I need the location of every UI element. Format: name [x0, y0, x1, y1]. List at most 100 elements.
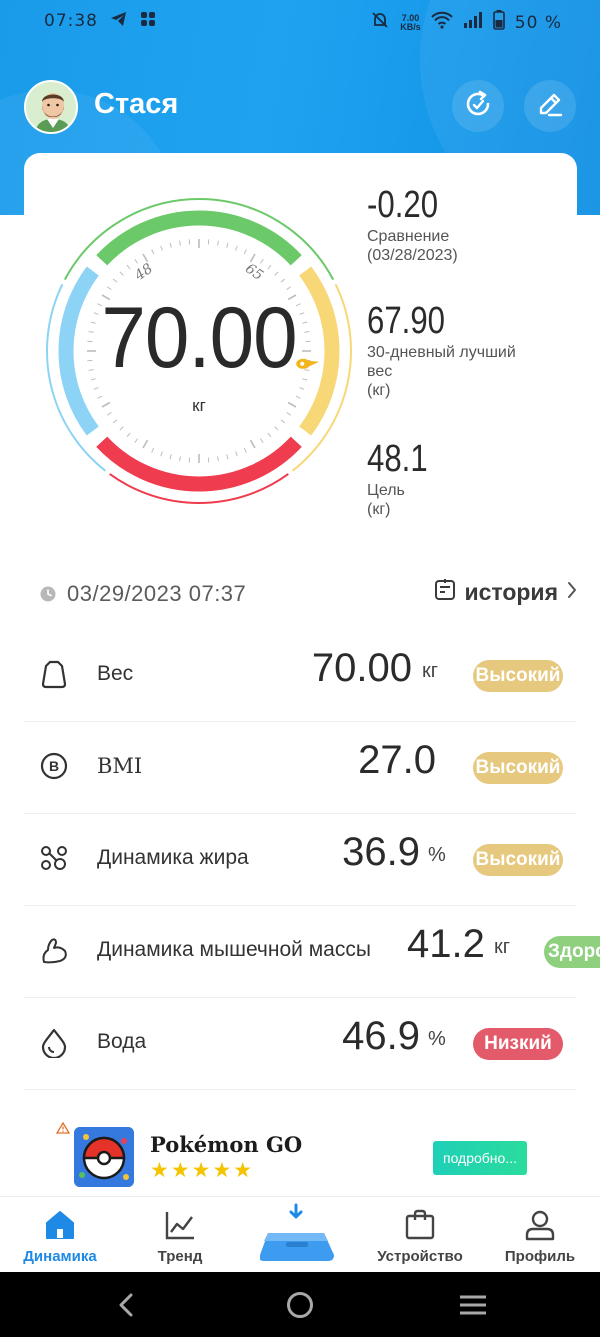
nav-tab-profile[interactable]: Профиль — [480, 1197, 600, 1273]
gauge-tick — [243, 249, 247, 255]
user-name[interactable]: Стася — [94, 88, 178, 121]
metric-row-bmi[interactable]: B BMI 27.0 Высокий — [24, 722, 576, 814]
measurement-datetime: 03/29/2023 07:37 — [67, 581, 247, 606]
pokeball-icon[interactable] — [74, 1127, 134, 1187]
ad-title[interactable]: Pokémon GO — [150, 1132, 302, 1157]
device-bag-icon — [405, 1209, 435, 1240]
gauge-tick — [267, 432, 272, 438]
gauge-tick — [217, 456, 219, 462]
gauge-tick — [112, 278, 118, 283]
metric-water-value: 46.9 — [342, 1014, 420, 1058]
avatar[interactable] — [24, 80, 78, 134]
chevron-right-icon — [566, 580, 578, 605]
gauge-tick — [259, 438, 264, 444]
stat-goal-unit: (кг) — [367, 501, 391, 518]
metric-fat-status-badge: Высокий — [473, 844, 563, 876]
gauge-tick — [259, 258, 264, 264]
refresh-icon — [462, 88, 494, 125]
gauge-tick — [280, 278, 286, 283]
metric-row-weight[interactable]: Вес 70.00 кг Высокий — [24, 630, 576, 722]
gauge-tick — [299, 387, 305, 390]
gauge-tick — [235, 245, 238, 251]
app-grid-icon — [140, 10, 156, 33]
gauge-tick — [142, 439, 149, 449]
stat-comparison-value: -0.20 — [367, 184, 439, 226]
metric-bmi-status-badge: Высокий — [473, 752, 563, 784]
system-navigation-bar — [0, 1272, 600, 1337]
svg-text:B: B — [49, 758, 59, 774]
gauge-tick-label-low: 48 — [131, 261, 156, 285]
ad-details-button[interactable]: подробно... — [433, 1141, 527, 1175]
gauge-tick — [243, 447, 247, 453]
metric-weight-status-badge: Высокий — [473, 660, 563, 692]
metric-bmi-label: BMI — [97, 754, 143, 778]
stat-best-weight-label: 30-дневный лучший — [367, 344, 516, 361]
gauge-tick — [151, 249, 155, 255]
metric-fat-label: Динамика жира — [97, 846, 249, 869]
gauge-tick — [226, 454, 229, 460]
scale-icon — [260, 1203, 334, 1261]
status-time: 07:38 — [44, 11, 98, 31]
gauge-tick — [169, 454, 172, 460]
alarm-off-icon — [370, 10, 390, 35]
back-icon[interactable] — [116, 1292, 136, 1323]
nav-tab-dynamics[interactable]: Динамика — [0, 1197, 120, 1273]
stat-goal-value: 48.1 — [367, 438, 428, 480]
ad-rating-stars: ★★★★★ — [150, 1159, 255, 1182]
recent-apps-icon[interactable] — [458, 1294, 488, 1321]
metric-muscle-label: Динамика мышечной массы — [97, 938, 371, 961]
stat-goal-label: Цель — [367, 482, 405, 499]
water-drop-icon — [38, 1026, 70, 1060]
gauge-weight-value: 70.00 — [101, 289, 297, 386]
sync-button[interactable] — [452, 80, 504, 132]
gauge-tick — [274, 426, 279, 431]
stat-best-weight: 67.90 30-дневный лучший вес (кг) — [367, 300, 516, 400]
gauge-tick — [126, 264, 131, 270]
gauge-tick — [160, 245, 163, 251]
signal-icon — [463, 11, 483, 34]
gauge-tick — [160, 451, 163, 457]
gauge-tick — [151, 447, 155, 453]
nav-tab-trend[interactable]: Тренд — [120, 1197, 240, 1273]
metric-water-unit: % — [428, 1028, 446, 1050]
user-icon — [525, 1210, 555, 1241]
gauge-tick — [112, 419, 118, 424]
weight-bag-icon — [38, 658, 70, 690]
gauge-tick-label-high: 65 — [242, 261, 266, 284]
stat-comparison-label: Сравнение — [367, 228, 450, 245]
home-icon — [46, 1211, 74, 1239]
metric-row-fat[interactable]: Динамика жира 36.9 % Высокий — [24, 814, 576, 906]
measurement-date-row: 03/29/2023 07:37 история — [40, 578, 580, 610]
home-button-icon[interactable] — [286, 1291, 314, 1324]
ad-banner[interactable]: Pokémon GO ★★★★★ подробно... — [0, 1110, 600, 1196]
gauge-tick — [226, 242, 229, 248]
gauge-tick — [169, 242, 172, 248]
metric-water-label: Вода — [97, 1030, 147, 1053]
nav-tab-dynamics-label: Динамика — [23, 1248, 97, 1265]
metric-muscle-unit: кг — [494, 936, 511, 958]
metric-muscle-value: 41.2 — [407, 922, 485, 966]
gauge-tick — [267, 264, 272, 270]
metric-weight-label: Вес — [97, 662, 134, 685]
ad-warning-icon — [55, 1121, 71, 1139]
gauge-tick — [119, 271, 124, 276]
history-icon — [434, 578, 456, 607]
pencil-icon — [535, 89, 565, 124]
edit-button[interactable] — [524, 80, 576, 132]
nav-tab-profile-label: Профиль — [504, 1248, 576, 1265]
metric-row-water[interactable]: Вода 46.9 % Низкий — [24, 998, 576, 1090]
metric-row-muscle[interactable]: Динамика мышечной массы 41.2 кг Здоро — [24, 906, 600, 998]
history-label: история — [464, 579, 558, 605]
network-speed-unit: KB/s — [400, 21, 421, 32]
history-link[interactable]: история — [434, 578, 578, 607]
gauge-tick — [280, 419, 286, 424]
wifi-icon — [431, 11, 453, 34]
clock-icon — [40, 586, 56, 602]
nav-tab-device[interactable]: Устройство — [360, 1197, 480, 1273]
stat-best-weight-unit: (кг) — [367, 382, 391, 399]
chart-line-icon — [165, 1212, 194, 1240]
gauge-tick — [217, 240, 219, 246]
bmi-icon: B — [38, 750, 70, 782]
metric-weight-unit: кг — [422, 660, 439, 682]
nav-tab-measure[interactable] — [240, 1197, 360, 1273]
